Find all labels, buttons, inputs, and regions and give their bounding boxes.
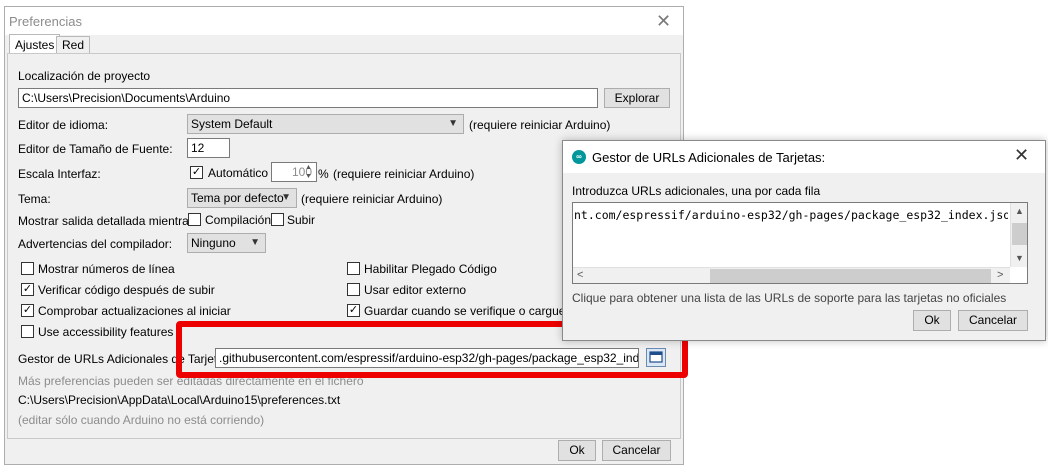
- edit-note: (editar sólo cuando Arduino no está corr…: [18, 413, 265, 427]
- close-icon[interactable]: ✕: [656, 11, 671, 32]
- url-line: nt.com/espressif/arduino-esp32/gh-pages/…: [574, 208, 1008, 222]
- dialog-ok-button[interactable]: Ok: [913, 310, 951, 331]
- verbose-compile-label: Compilación: [205, 213, 272, 227]
- language-value: System Default: [191, 117, 273, 131]
- warnings-select[interactable]: Ninguno ▼: [187, 233, 266, 253]
- vertical-scrollbar[interactable]: ▲ ▼: [1010, 203, 1027, 267]
- warnings-label: Advertencias del compilador:: [18, 237, 173, 251]
- font-size-label: Editor de Tamaño de Fuente:: [18, 142, 173, 156]
- check-updates-checkbox[interactable]: ✓: [21, 304, 34, 317]
- theme-value: Tema por defecto: [191, 191, 284, 205]
- help-link[interactable]: Clique para obtener una lista de las URL…: [572, 291, 1006, 305]
- theme-note: (requiere reiniciar Arduino): [301, 192, 443, 206]
- scroll-up-icon[interactable]: ▲: [1015, 206, 1024, 216]
- scale-label: Escala Interfaz:: [18, 167, 101, 181]
- scroll-right-icon[interactable]: >: [997, 269, 1003, 281]
- scale-auto-label: Automático: [208, 166, 269, 180]
- browse-button[interactable]: Explorar: [604, 88, 670, 108]
- urls-textarea[interactable]: nt.com/espressif/arduino-esp32/gh-pages/…: [572, 202, 1028, 284]
- language-select[interactable]: System Default ▼: [187, 114, 464, 134]
- prefs-file-path: C:\Users\Precision\AppData\Local\Arduino…: [18, 393, 341, 407]
- dialog-instruction: Introduzca URLs adicionales, una por cad…: [572, 184, 821, 198]
- arduino-logo-icon: ∞: [572, 150, 586, 164]
- external-editor-label: Usar editor externo: [364, 283, 467, 297]
- line-numbers-label: Mostrar números de línea: [38, 262, 175, 276]
- code-folding-label: Habilitar Plegado Código: [364, 262, 497, 276]
- scale-unit: %: [318, 167, 329, 181]
- sketchbook-path-input[interactable]: C:\Users\Precision\Documents\Arduino: [18, 88, 598, 108]
- scale-spinner-icon[interactable]: ▲ ▼: [305, 163, 312, 181]
- scale-auto-checkbox[interactable]: ✓: [190, 166, 203, 179]
- dialog-title: Gestor de URLs Adicionales de Tarjetas:: [592, 150, 826, 165]
- close-icon[interactable]: ✕: [1014, 145, 1029, 166]
- check-updates-label: Comprobar actualizaciones al iniciar: [38, 304, 231, 318]
- cancel-button[interactable]: Cancelar: [602, 440, 671, 461]
- tab-red[interactable]: Red: [56, 36, 91, 54]
- chevron-down-icon: ▼: [448, 118, 458, 129]
- vertical-scroll-thumb[interactable]: [1012, 223, 1027, 245]
- tab-ajustes[interactable]: Ajustes: [9, 34, 61, 55]
- horizontal-scroll-thumb[interactable]: [710, 269, 991, 283]
- theme-label: Tema:: [18, 192, 51, 206]
- save-verify-checkbox[interactable]: ✓: [347, 304, 360, 317]
- title-bar: [5, 7, 683, 35]
- theme-select[interactable]: Tema por defecto ▼: [187, 188, 297, 208]
- warnings-value: Ninguno: [191, 236, 236, 250]
- scale-note: (requiere reiniciar Arduino): [333, 167, 475, 181]
- code-folding-checkbox[interactable]: [347, 262, 360, 275]
- window-title: Preferencias: [9, 14, 82, 29]
- accessibility-label: Use accessibility features: [38, 325, 174, 339]
- dialog-cancel-button[interactable]: Cancelar: [958, 310, 1028, 331]
- line-numbers-checkbox[interactable]: [21, 262, 34, 275]
- external-editor-checkbox[interactable]: [347, 283, 360, 296]
- board-urls-dialog: ∞ Gestor de URLs Adicionales de Tarjetas…: [562, 140, 1046, 341]
- verbose-label: Mostrar salida detallada mientras:: [18, 214, 199, 228]
- horizontal-scrollbar[interactable]: < >: [573, 267, 1010, 283]
- save-verify-label: Guardar cuando se verifique o cargue: [364, 304, 566, 318]
- sketchbook-label: Localización de proyecto: [18, 69, 151, 83]
- verify-upload-label: Verificar código después de subir: [38, 283, 215, 297]
- accessibility-checkbox[interactable]: [21, 325, 34, 338]
- font-size-input[interactable]: 12: [187, 138, 230, 158]
- scroll-left-icon[interactable]: <: [577, 269, 583, 281]
- language-note: (requiere reiniciar Arduino): [469, 118, 611, 132]
- chevron-down-icon: ▼: [250, 237, 260, 248]
- scroll-down-icon[interactable]: ▼: [1015, 253, 1024, 263]
- verbose-compile-checkbox[interactable]: [188, 213, 201, 226]
- chevron-down-icon: ▼: [281, 192, 291, 203]
- language-label: Editor de idioma:: [18, 118, 109, 132]
- verify-upload-checkbox[interactable]: ✓: [21, 283, 34, 296]
- ok-button[interactable]: Ok: [558, 440, 596, 461]
- verbose-upload-label: Subir: [287, 213, 316, 227]
- verbose-upload-checkbox[interactable]: [271, 213, 284, 226]
